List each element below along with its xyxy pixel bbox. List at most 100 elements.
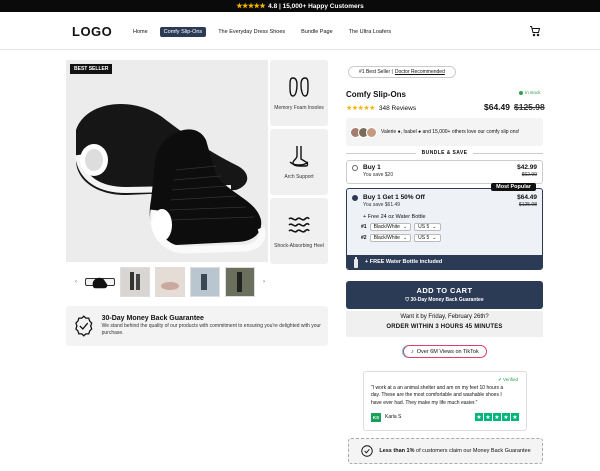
- feature-shock-absorbing: Shock-Absorbing Heel: [270, 198, 328, 264]
- sale-price: $64.49: [484, 102, 510, 112]
- reviewer-name: Karla S: [385, 414, 402, 421]
- claim-text: of customers claim our Money Back Guaran…: [416, 448, 531, 454]
- divider: [346, 152, 416, 154]
- thumbnail[interactable]: [225, 267, 255, 297]
- verified-badge: ✔ Verified: [497, 377, 518, 382]
- avatar: [366, 126, 377, 138]
- header: LOGO Home Comfy Slip-Ons The Everyday Dr…: [0, 12, 600, 50]
- delivery-banner: Want it by Friday, February 26th? ORDER …: [346, 311, 543, 337]
- tiktok-badge[interactable]: ♪ Over 6M Views on TikTok: [403, 345, 487, 358]
- variant-row-label: #2: [361, 235, 367, 241]
- option-title: Buy 1 Get 1 50% Off: [363, 194, 425, 201]
- nav-home[interactable]: Home: [129, 27, 152, 37]
- thumbnail[interactable]: [85, 277, 115, 289]
- rating-stars: ★★★★★: [346, 105, 375, 112]
- thumbnail-prev-arrow[interactable]: ‹: [72, 279, 80, 285]
- color-select[interactable]: Black/White ⌄: [369, 223, 412, 231]
- main-nav: Home Comfy Slip-Ons The Everyday Dress S…: [129, 27, 395, 37]
- bundle-option-buy-1[interactable]: Buy 1 You save $20 $42.99 $62.99: [346, 160, 543, 184]
- nav-comfy-slip-ons[interactable]: Comfy Slip-Ons: [159, 27, 207, 37]
- nav-bundle-page[interactable]: Bundle Page: [297, 27, 337, 37]
- product-price: $64.49 $125.98: [484, 102, 545, 112]
- logo[interactable]: LOGO: [72, 24, 112, 39]
- option-title: Buy 1: [363, 164, 381, 171]
- doctor-recommended-link[interactable]: Doctor Recommended: [395, 69, 445, 75]
- badge-icon: [361, 445, 374, 457]
- bundle-header: BUNDLE & SAVE: [346, 150, 544, 156]
- size-value: US 5: [418, 224, 430, 230]
- variant-row-2: #2 Black/White ⌄ US 5 ⌄: [361, 234, 542, 242]
- color-value: Black/White: [373, 235, 400, 241]
- option-sale-price: $64.49: [517, 194, 537, 201]
- option-savings: You save $20: [363, 172, 394, 178]
- best-seller-badge: BEST SELLER: [70, 64, 113, 74]
- add-to-cart-button[interactable]: ADD TO CART ⛉ 30-Day Money Back Guarante…: [346, 281, 543, 309]
- feature-label: Memory Foam Insoles: [274, 105, 324, 111]
- feature-tiles: Memory Foam Insoles Arch Support Shock-A…: [270, 60, 328, 267]
- radio-button[interactable]: [352, 165, 358, 171]
- free-item-line: + Free 24 oz Water Bottle: [363, 214, 426, 220]
- nav-ultra-loafers[interactable]: The Ultra Loafers: [345, 27, 396, 37]
- main-product-image[interactable]: BEST SELLER: [66, 60, 268, 262]
- cart-icon[interactable]: [529, 25, 541, 37]
- thumbnail[interactable]: [155, 267, 185, 297]
- thumbnail[interactable]: [120, 267, 150, 297]
- chevron-down-icon: ⌄: [432, 224, 437, 230]
- best-seller-pill: #1 Best Seller | Doctor Recommended: [348, 66, 456, 78]
- guarantee-box: 30-Day Money Back Guarantee We stand beh…: [66, 306, 328, 346]
- size-value: US 5: [418, 235, 430, 241]
- compare-price: $125.98: [514, 102, 545, 112]
- option-sale-price: $42.99: [517, 164, 537, 171]
- waves-icon: [288, 216, 310, 233]
- most-popular-badge: Most Popular: [491, 183, 536, 191]
- chevron-down-icon: ⌄: [432, 235, 437, 241]
- claim-bold: Less than 1%: [379, 448, 415, 454]
- free-bottle-text: + FREE Water Bottle included: [365, 259, 443, 265]
- review-quote: "I work at a an animal shelter and am on…: [371, 385, 504, 406]
- rating-stars: ★★★★★: [236, 3, 266, 10]
- thumbnail-strip: ‹ ›: [66, 266, 268, 298]
- divider: [473, 152, 544, 154]
- feature-arch-support: Arch Support: [270, 129, 328, 195]
- variant-row-1: #1 Black/White ⌄ US 5 ⌄: [361, 223, 542, 231]
- option-price: $42.99 $62.99: [517, 164, 537, 180]
- reviewer: KS Karla S ★ ★ ★ ★ ★: [371, 412, 519, 422]
- guarantee-title: 30-Day Money Back Guarantee: [101, 315, 204, 323]
- shield-check-icon: [75, 315, 93, 337]
- option-compare-price: $62.99: [521, 172, 537, 178]
- social-proof-text: Valerie ●, Isabel ● and 15,000+ others l…: [381, 128, 520, 135]
- guarantee-description: We stand behind the quality of our produ…: [101, 323, 321, 336]
- variant-row-label: #1: [361, 224, 367, 230]
- tiktok-icon: ♪: [411, 348, 414, 355]
- radio-button-selected[interactable]: [352, 195, 358, 201]
- free-bottle-bar: + FREE Water Bottle included: [347, 255, 542, 269]
- color-select[interactable]: Black/White ⌄: [369, 234, 412, 242]
- product-title: Comfy Slip-Ons: [346, 90, 407, 99]
- thumbnail-next-arrow[interactable]: ›: [260, 279, 268, 285]
- chevron-down-icon: ⌄: [402, 235, 408, 241]
- thumbnail[interactable]: [190, 267, 220, 297]
- nav-everyday-dress-shoes[interactable]: The Everyday Dress Shoes: [214, 27, 289, 37]
- bundle-option-bogo[interactable]: Most Popular Buy 1 Get 1 50% Off You sav…: [346, 183, 543, 270]
- insoles-icon: [289, 77, 309, 97]
- bundle-title: BUNDLE & SAVE: [421, 150, 468, 156]
- announcement-text: 4.8 | 15,000+ Happy Customers: [268, 2, 364, 10]
- water-bottle-icon: [354, 256, 358, 268]
- claim-banner: Less than 1% of customers claim our Mone…: [348, 438, 543, 464]
- trustpilot-stars: ★ ★ ★ ★ ★: [475, 413, 519, 422]
- delivery-date: Want it by Friday, February 26th?: [400, 314, 489, 320]
- feature-label: Shock-Absorbing Heel: [274, 243, 324, 249]
- size-select[interactable]: US 5 ⌄: [414, 223, 441, 231]
- avatar-group: [350, 126, 377, 138]
- feature-label: Arch Support: [284, 174, 314, 180]
- review-card: ✔ Verified "I work at a an animal shelte…: [363, 371, 527, 431]
- shoe-illustration: [66, 60, 268, 262]
- size-select[interactable]: US 5 ⌄: [414, 234, 441, 242]
- option-price: $64.49 $125.98: [517, 194, 537, 208]
- option-compare-price: $125.98: [518, 202, 537, 208]
- feature-memory-foam: Memory Foam Insoles: [270, 60, 328, 126]
- delivery-countdown: ORDER WITHIN 3 HOURS 45 MINUTES: [386, 324, 503, 330]
- add-to-cart-sub: ⛉ 30-Day Money Back Guarantee: [405, 297, 484, 303]
- announcement-bar: ★★★★★ 4.8 | 15,000+ Happy Customers: [0, 0, 600, 12]
- review-count[interactable]: 348 Reviews: [379, 105, 416, 112]
